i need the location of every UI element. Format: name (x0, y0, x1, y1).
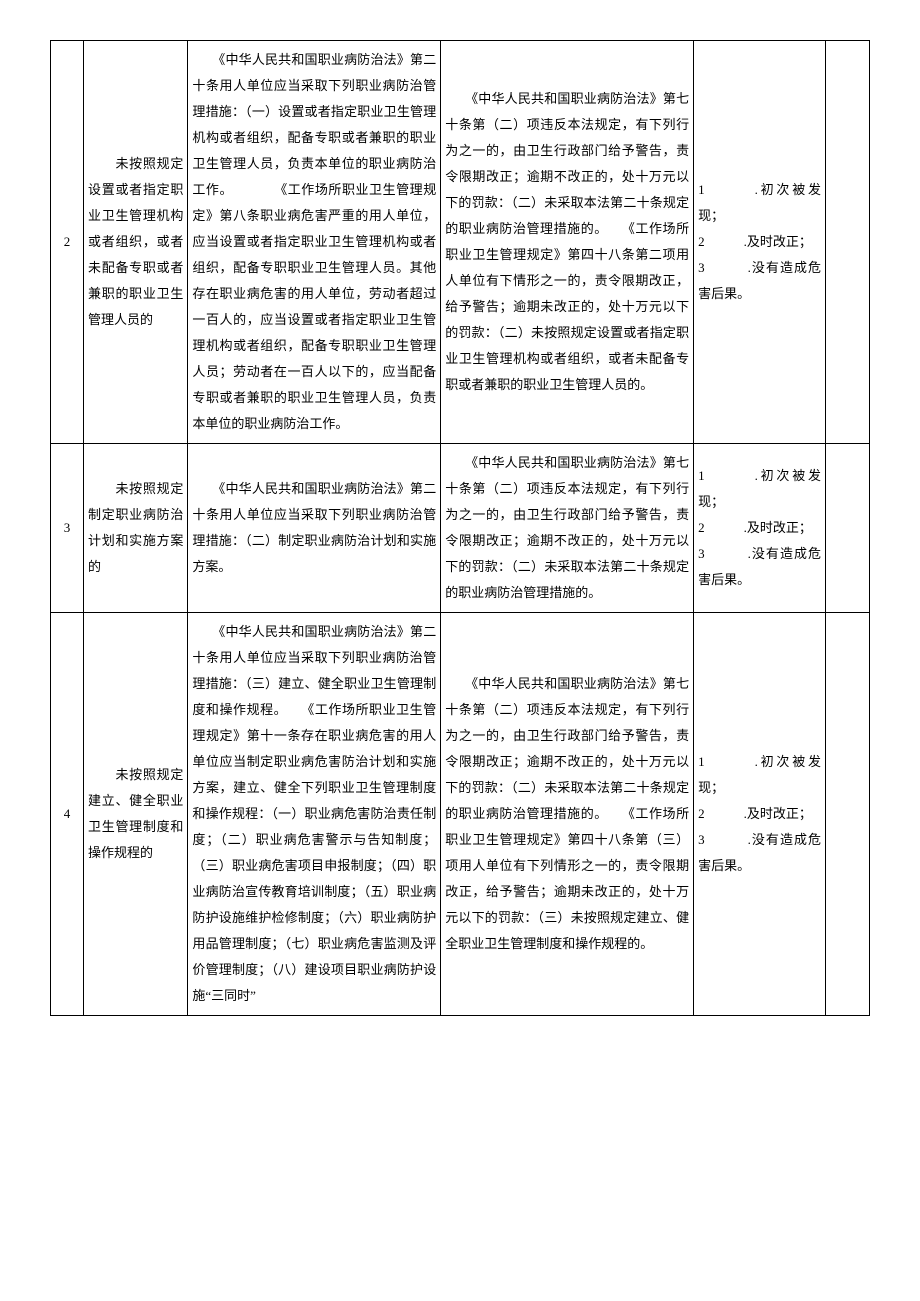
penalty-cell: 《中华人民共和国职业病防治法》第七十条第（二）项违反本法规定，有下列行为之一的，… (441, 41, 694, 444)
table-row: 2 未按照规定设置或者指定职业卫生管理机构或者组织，或者未配备专职或者兼职的职业… (51, 41, 870, 444)
row-index: 4 (51, 613, 84, 1016)
table-row: 3 未按照规定制定职业病防治计划和实施方案的 《中华人民共和国职业病防治法》第二… (51, 444, 870, 613)
extra-cell (825, 41, 869, 444)
condition-cell: 1 .初次被发现； 2 .及时改正； 3 .没有造成危害后果。 (694, 613, 826, 1016)
condition-cell: 1 .初次被发现； 2 .及时改正； 3 .没有造成危害后果。 (694, 41, 826, 444)
extra-cell (825, 613, 869, 1016)
table-row: 4 未按照规定建立、健全职业卫生管理制度和操作规程的 《中华人民共和国职业病防治… (51, 613, 870, 1016)
extra-cell (825, 444, 869, 613)
basis-cell: 《中华人民共和国职业病防治法》第二十条用人单位应当采取下列职业病防治管理措施：（… (188, 613, 441, 1016)
penalty-cell: 《中华人民共和国职业病防治法》第七十条第（二）项违反本法规定，有下列行为之一的，… (441, 613, 694, 1016)
row-index: 2 (51, 41, 84, 444)
basis-cell: 《中华人民共和国职业病防治法》第二十条用人单位应当采取下列职业病防治管理措施：（… (188, 41, 441, 444)
basis-cell: 《中华人民共和国职业病防治法》第二十条用人单位应当采取下列职业病防治管理措施：（… (188, 444, 441, 613)
violation-cell: 未按照规定设置或者指定职业卫生管理机构或者组织，或者未配备专职或者兼职的职业卫生… (83, 41, 187, 444)
condition-cell: 1 .初次被发现； 2 .及时改正； 3 .没有造成危害后果。 (694, 444, 826, 613)
regulation-table: 2 未按照规定设置或者指定职业卫生管理机构或者组织，或者未配备专职或者兼职的职业… (50, 40, 870, 1016)
row-index: 3 (51, 444, 84, 613)
violation-cell: 未按照规定制定职业病防治计划和实施方案的 (83, 444, 187, 613)
violation-cell: 未按照规定建立、健全职业卫生管理制度和操作规程的 (83, 613, 187, 1016)
penalty-cell: 《中华人民共和国职业病防治法》第七十条第（二）项违反本法规定，有下列行为之一的，… (441, 444, 694, 613)
